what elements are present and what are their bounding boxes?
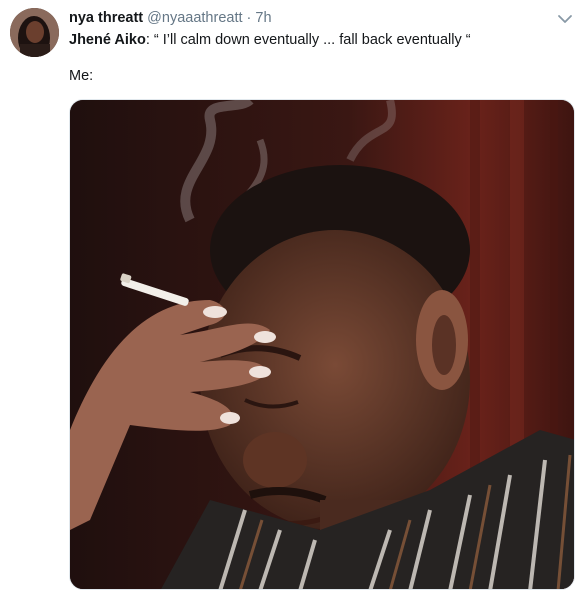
quote-speaker: Jhené Aiko bbox=[69, 32, 146, 48]
tweet-text: Jhené Aiko: “ I’ll calm down eventually … bbox=[69, 31, 569, 50]
me-label: Me: bbox=[69, 68, 94, 84]
timestamp[interactable]: 7h bbox=[255, 10, 271, 26]
author-handle[interactable]: @nyaaathreatt bbox=[147, 10, 242, 26]
tweet: nya threatt @nyaaathreatt · 7h Jhené Aik… bbox=[0, 0, 586, 593]
avatar-image bbox=[10, 8, 59, 57]
tweet-media[interactable] bbox=[69, 99, 575, 590]
quote-text: : “ I’ll calm down eventually ... fall b… bbox=[145, 32, 471, 48]
separator-dot: · bbox=[246, 10, 252, 26]
author-name[interactable]: nya threatt bbox=[69, 10, 143, 26]
meme-photo bbox=[70, 100, 574, 589]
tweet-header: nya threatt @nyaaathreatt · 7h bbox=[69, 9, 272, 27]
chevron-down-icon[interactable] bbox=[556, 12, 574, 26]
avatar[interactable] bbox=[10, 8, 59, 57]
